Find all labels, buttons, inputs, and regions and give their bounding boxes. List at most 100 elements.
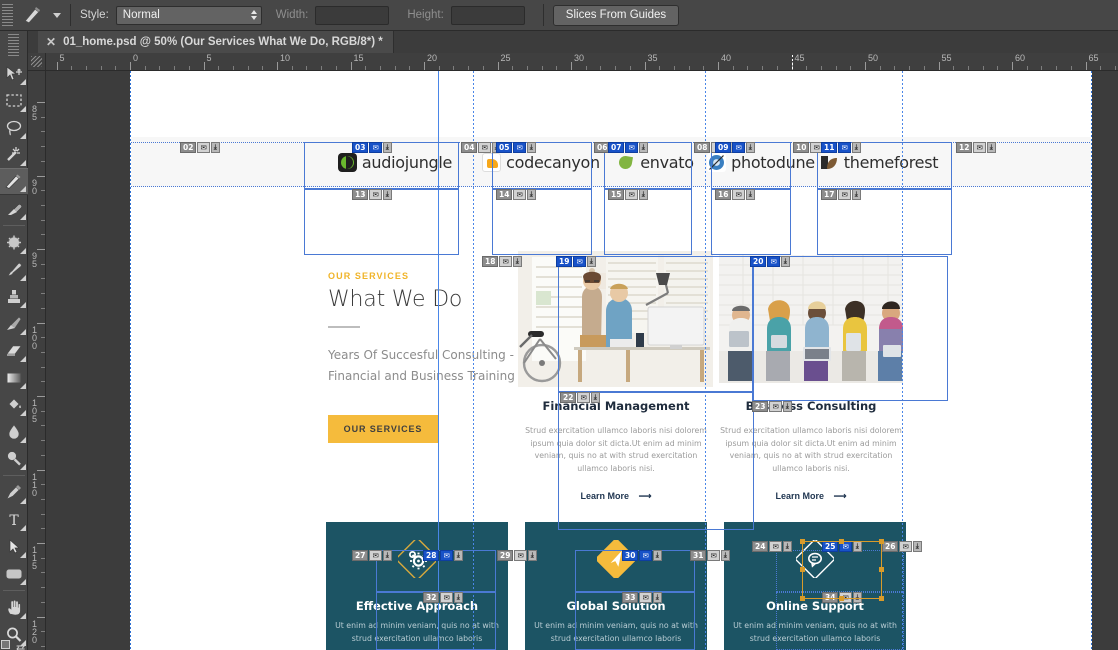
ruler-tick <box>600 66 602 70</box>
ruler-corner[interactable] <box>28 53 46 71</box>
ruler-tick <box>953 66 955 70</box>
slice-badge-group[interactable]: 11 ✉ ⤓ <box>821 142 862 153</box>
slice-region-financial-image[interactable] <box>558 256 754 392</box>
slice-number-badge: 12 <box>956 142 973 153</box>
spot-healing-brush-tool[interactable] <box>0 229 28 256</box>
slice-badge-group[interactable]: 13 ✉ ⤓ <box>352 189 393 200</box>
slice-link-icon: ⤓ <box>453 592 463 603</box>
ruler-tick <box>247 66 249 70</box>
magic-wand-tool[interactable] <box>0 141 28 168</box>
rounded-rectangle-tool[interactable] <box>0 560 28 587</box>
slice-region-business-image[interactable] <box>752 256 948 401</box>
ruler-label: 10 <box>280 53 291 63</box>
slice-badge-group[interactable]: 28 ✉ ⤓ <box>423 550 464 561</box>
slice-link-icon: ⤓ <box>782 541 792 552</box>
slice-link-icon: ⤓ <box>780 256 790 267</box>
slice-link-icon: ⤓ <box>382 189 392 200</box>
ruler-tick <box>41 351 45 353</box>
divider <box>2 590 25 591</box>
document-canvas[interactable]: audiojungle codecanyon envato photodune … <box>130 71 1092 650</box>
slice-badge-group[interactable]: 19 ✉ ⤓ <box>556 256 597 267</box>
swap-colors-icon[interactable]: ⇄ <box>16 641 25 650</box>
eyedropper-tool[interactable] <box>0 195 28 222</box>
toolbar-gripper[interactable] <box>8 34 19 56</box>
section-heading: What We Do <box>328 287 463 312</box>
slice-image-icon: ✉ <box>513 142 526 153</box>
tool-preset-chevron-down-icon[interactable] <box>53 12 61 18</box>
path-selection-tool[interactable] <box>0 533 28 560</box>
history-brush-tool[interactable] <box>0 310 28 337</box>
dodge-tool[interactable] <box>0 445 28 472</box>
resize-handle-w[interactable] <box>800 567 805 572</box>
close-icon[interactable]: ✕ <box>46 36 56 48</box>
pen-tool[interactable] <box>0 479 28 506</box>
our-services-button[interactable]: OUR SERVICES <box>328 415 438 443</box>
resize-handle-sw[interactable] <box>800 596 805 601</box>
slice-badge-group[interactable]: 32 ✉ ⤓ <box>423 592 464 603</box>
document-tab[interactable]: ✕ 01_home.psd @ 50% (Our Services What W… <box>38 31 394 53</box>
slice-image-icon: ✉ <box>577 392 590 403</box>
gradient-tool[interactable] <box>0 364 28 391</box>
slice-badge-group[interactable]: 26 ✉ ⤓ <box>882 541 923 552</box>
ruler-tick <box>1114 66 1116 70</box>
ruler-tick <box>938 62 940 70</box>
resize-handle-e[interactable] <box>879 567 884 572</box>
slice-tool[interactable] <box>0 168 28 195</box>
blur-tool[interactable] <box>0 418 28 445</box>
style-select[interactable]: Normal <box>115 5 262 25</box>
resize-handle-s[interactable] <box>839 596 844 601</box>
width-input[interactable] <box>315 5 390 25</box>
eraser-tool[interactable] <box>0 337 28 364</box>
slice-number-badge: 33 <box>622 592 639 603</box>
slice-badge-group[interactable]: 09 ✉ ⤓ <box>715 142 756 153</box>
slice-badge-group[interactable]: 33 ✉ ⤓ <box>622 592 663 603</box>
brush-tool[interactable] <box>0 256 28 283</box>
slice-number-badge: 31 <box>690 550 707 561</box>
style-select-stepper-icon <box>250 10 257 20</box>
default-colors-icon[interactable] <box>1 640 10 649</box>
slice-badge-group[interactable]: 24 ✉ ⤓ <box>752 541 793 552</box>
ruler-tick <box>41 601 45 603</box>
resize-handle-ne[interactable] <box>879 539 884 544</box>
height-input[interactable] <box>450 5 525 25</box>
clone-stamp-tool[interactable] <box>0 283 28 310</box>
ruler-tick <box>732 66 734 70</box>
slice-badge-group[interactable]: 14 ✉ ⤓ <box>496 189 537 200</box>
vertical-ruler[interactable]: 85 90 95 100 105 110 115 120 <box>28 71 46 650</box>
slice-badge-group[interactable]: 05 ✉ ⤓ <box>496 142 537 153</box>
slice-badge-group[interactable]: 15 ✉ ⤓ <box>608 189 649 200</box>
slice-badge-group[interactable]: 18 ✉ ⤓ <box>482 256 523 267</box>
selected-slice-bounds[interactable] <box>800 539 884 601</box>
slices-from-guides-button[interactable]: Slices From Guides <box>552 4 680 26</box>
slice-badge-group[interactable]: 31 ✉ ⤓ <box>690 550 731 561</box>
slice-badge-group[interactable]: 23 ✉ ⤓ <box>752 401 793 412</box>
move-tool[interactable] <box>0 60 28 87</box>
lasso-tool[interactable] <box>0 114 28 141</box>
slice-badge-group[interactable]: 07 ✉ ⤓ <box>608 142 649 153</box>
slice-badge-group[interactable]: 30 ✉ ⤓ <box>622 550 663 561</box>
slice-tool-icon[interactable] <box>19 3 49 27</box>
slice-badge-group[interactable]: 02 ✉ ⤓ <box>180 142 221 153</box>
slice-badge-group[interactable]: 20 ✉ ⤓ <box>750 256 791 267</box>
ruler-label: 35 <box>647 53 658 63</box>
paint-bucket-tool[interactable] <box>0 391 28 418</box>
hand-tool[interactable] <box>0 594 28 621</box>
resize-handle-se[interactable] <box>879 596 884 601</box>
canvas-scroll-area[interactable]: audiojungle codecanyon envato photodune … <box>46 71 1118 650</box>
resize-handle-nw[interactable] <box>800 539 805 544</box>
slice-badge-group[interactable]: 29 ✉ ⤓ <box>497 550 538 561</box>
slice-badge-group[interactable]: 27 ✉ ⤓ <box>352 550 393 561</box>
ruler-tick <box>41 116 45 118</box>
slice-region-financial-text[interactable] <box>558 392 754 530</box>
resize-handle-n[interactable] <box>839 539 844 544</box>
slice-badge-group[interactable]: 12 ✉ ⤓ <box>956 142 997 153</box>
rectangular-marquee-tool[interactable] <box>0 87 28 114</box>
slice-badge-group[interactable]: 16 ✉ ⤓ <box>715 189 756 200</box>
slice-badge-group[interactable]: 22 ✉ ⤓ <box>560 392 601 403</box>
horizontal-ruler[interactable]: 5 0 5 10 15 20 25 30 35 40 45 50 55 60 65 <box>46 53 1118 71</box>
slice-badge-group[interactable]: 03 ✉ ⤓ <box>352 142 393 153</box>
options-bar-gripper[interactable] <box>2 4 13 26</box>
type-tool[interactable]: T <box>0 506 28 533</box>
section-eyebrow: OUR SERVICES <box>328 271 410 281</box>
slice-badge-group[interactable]: 17 ✉ ⤓ <box>821 189 862 200</box>
